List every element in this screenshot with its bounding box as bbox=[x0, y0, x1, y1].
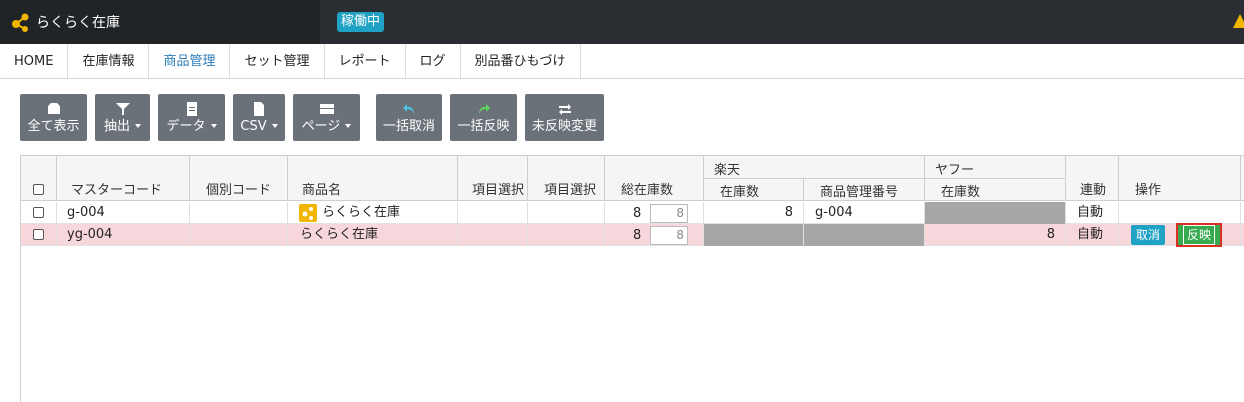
master-code-cell: yg-004 bbox=[57, 224, 190, 246]
exchange-icon bbox=[558, 103, 571, 115]
table-row[interactable]: yg-004 らくらく在庫 8 8 8 自動 取消 反映 bbox=[21, 223, 1244, 247]
header-link[interactable]: 連動 bbox=[1066, 156, 1119, 201]
bulk-cancel-button[interactable]: 一括取消 bbox=[376, 94, 442, 141]
table-header: マスターコード 個別コード 商品名 項目選択 項目選択 総在庫数 楽天 在庫数 … bbox=[21, 156, 1244, 201]
link-cell: 自動 bbox=[1066, 224, 1119, 246]
unapplied-changes-label: 未反映変更 bbox=[531, 118, 597, 134]
filter-icon bbox=[115, 102, 130, 115]
data-button[interactable]: データ bbox=[158, 94, 225, 141]
apply-button[interactable]: 反映 bbox=[1176, 223, 1223, 247]
item-select-2-cell bbox=[528, 202, 605, 224]
header-individual-code[interactable]: 個別コード bbox=[190, 156, 288, 201]
total-stock-input[interactable]: 8 bbox=[650, 204, 688, 223]
nav-item-report[interactable]: レポート bbox=[325, 44, 406, 79]
box-icon bbox=[47, 102, 60, 114]
header-group-rakuten: 楽天 bbox=[704, 156, 925, 179]
item-select-1-cell bbox=[458, 224, 528, 246]
rakuten-mgmt-no-cell bbox=[804, 224, 925, 246]
bulk-apply-button[interactable]: 一括反映 bbox=[450, 94, 517, 141]
caret-down-icon bbox=[210, 124, 217, 128]
header-group-yahoo: ヤフー bbox=[925, 156, 1066, 179]
total-stock-value: 8 bbox=[633, 228, 642, 243]
row-checkbox[interactable] bbox=[33, 229, 44, 240]
window-icon bbox=[319, 103, 334, 114]
header-master-code[interactable]: マスターコード bbox=[57, 156, 190, 201]
product-table: マスターコード 個別コード 商品名 項目選択 項目選択 総在庫数 楽天 在庫数 … bbox=[20, 155, 1244, 402]
header-rakuten-stock[interactable]: 在庫数 bbox=[704, 179, 804, 201]
action-cell: 取消 反映 bbox=[1119, 223, 1241, 247]
filter-label: 抽出 bbox=[103, 118, 130, 134]
bulk-apply-label: 一括反映 bbox=[457, 118, 510, 134]
row-checkbox[interactable] bbox=[33, 207, 44, 218]
total-stock-cell: 8 8 bbox=[605, 202, 704, 224]
show-all-label: 全て表示 bbox=[27, 118, 80, 134]
individual-code-cell bbox=[190, 224, 288, 246]
caret-down-icon bbox=[271, 124, 278, 128]
csv-file-icon bbox=[254, 101, 264, 116]
product-name-cell[interactable]: らくらく在庫 bbox=[288, 202, 458, 224]
brand[interactable]: らくらく在庫 bbox=[0, 0, 320, 44]
nav-item-log[interactable]: ログ bbox=[406, 44, 461, 79]
nav-item-product-management[interactable]: 商品管理 bbox=[149, 44, 231, 79]
header-rakuten-mgmt-no[interactable]: 商品管理番号 bbox=[804, 179, 925, 201]
select-all-header bbox=[21, 156, 57, 201]
nav-item-set-management[interactable]: セット管理 bbox=[230, 44, 325, 79]
page-label: ページ bbox=[301, 118, 341, 134]
individual-code-cell bbox=[190, 202, 288, 224]
share-nodes-icon bbox=[12, 13, 29, 32]
data-label: データ bbox=[166, 118, 206, 134]
rakuten-stock-cell: 8 bbox=[704, 202, 804, 224]
header-item-select-1[interactable]: 項目選択 bbox=[458, 156, 528, 201]
rakuten-stock-cell bbox=[704, 224, 804, 246]
header-yahoo-stock[interactable]: 在庫数 bbox=[925, 179, 1066, 201]
apply-label: 反映 bbox=[1183, 225, 1216, 245]
product-thumbnail-icon bbox=[299, 203, 317, 222]
header-item-select-2[interactable]: 項目選択 bbox=[528, 156, 605, 201]
header-product-name[interactable]: 商品名 bbox=[288, 156, 458, 201]
nav-item-home[interactable]: HOME bbox=[0, 44, 69, 79]
product-name-cell[interactable]: らくらく在庫 bbox=[288, 224, 458, 246]
page-button[interactable]: ページ bbox=[293, 94, 360, 141]
undo-icon bbox=[403, 103, 414, 115]
main-nav: HOME 在庫情報 商品管理 セット管理 レポート ログ 別品番ひもづけ bbox=[0, 44, 1244, 79]
redo-icon bbox=[478, 103, 490, 115]
caret-down-icon bbox=[345, 124, 352, 128]
rakuten-mgmt-no-cell: g-004 bbox=[804, 202, 925, 224]
nav-item-stock-info[interactable]: 在庫情報 bbox=[68, 44, 150, 79]
show-all-button[interactable]: 全て表示 bbox=[20, 94, 87, 141]
header-action: 操作 bbox=[1119, 156, 1241, 201]
caret-down-icon bbox=[135, 124, 141, 128]
action-cell bbox=[1119, 202, 1241, 224]
link-cell: 自動 bbox=[1066, 202, 1119, 224]
csv-label: CSV bbox=[240, 118, 267, 134]
top-bar: らくらく在庫 稼働中 bbox=[0, 0, 1244, 44]
table-row[interactable]: g-004 らくらく在庫 8 8 8 g-004 自動 bbox=[21, 202, 1244, 224]
total-stock-input[interactable]: 8 bbox=[650, 226, 688, 245]
yahoo-stock-cell bbox=[925, 202, 1066, 224]
filter-button[interactable]: 抽出 bbox=[95, 94, 150, 141]
warning-icon[interactable] bbox=[1233, 14, 1244, 28]
total-stock-cell: 8 8 bbox=[605, 224, 704, 246]
header-total-stock[interactable]: 総在庫数 bbox=[605, 156, 704, 201]
unapplied-changes-button[interactable]: 未反映変更 bbox=[525, 94, 604, 141]
item-select-2-cell bbox=[528, 224, 605, 246]
bulk-cancel-label: 一括取消 bbox=[382, 118, 435, 134]
csv-button[interactable]: CSV bbox=[233, 94, 285, 141]
cancel-button[interactable]: 取消 bbox=[1131, 225, 1166, 245]
total-stock-value: 8 bbox=[633, 206, 642, 221]
yahoo-stock-cell: 8 bbox=[925, 224, 1066, 246]
item-select-1-cell bbox=[458, 202, 528, 224]
nav-item-alt-code-link[interactable]: 別品番ひもづけ bbox=[461, 44, 581, 79]
document-icon bbox=[186, 101, 197, 116]
product-name: らくらく在庫 bbox=[322, 205, 401, 220]
status-badge: 稼働中 bbox=[337, 12, 385, 32]
app-title: らくらく在庫 bbox=[36, 15, 120, 31]
master-code-cell: g-004 bbox=[57, 202, 190, 224]
select-all-checkbox[interactable] bbox=[33, 184, 44, 195]
